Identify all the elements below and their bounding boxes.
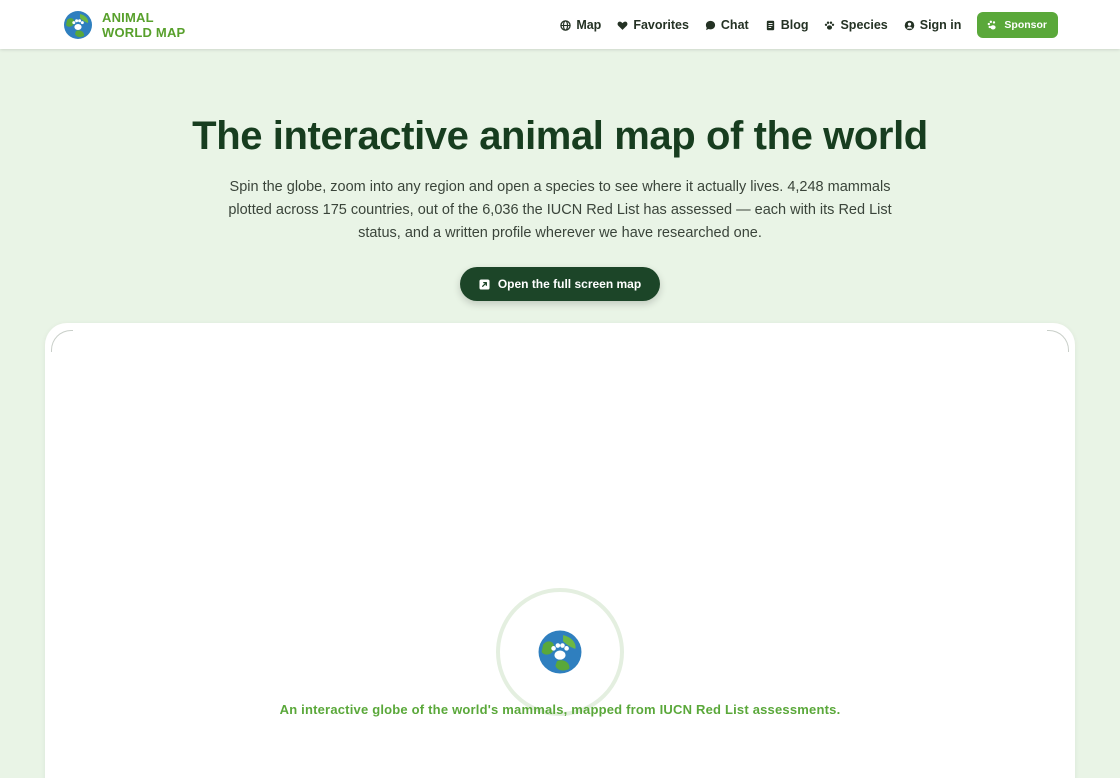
nav-label-map: Map (576, 18, 602, 32)
brand-name: ANIMAL WORLD MAP (102, 10, 185, 40)
heart-icon (617, 21, 628, 30)
nav-item-map[interactable]: Map (560, 13, 601, 37)
globe-paw-icon (538, 630, 582, 674)
map-caption: An interactive globe of the world's mamm… (279, 702, 841, 717)
document-icon (766, 20, 774, 30)
main-nav: Map Favorites Chat Blog Species Sign in … (560, 12, 1058, 38)
globe-icon (560, 19, 572, 31)
map-frame-corner-right (1047, 330, 1069, 352)
hero-section: The interactive animal map of the world … (0, 49, 1120, 301)
brand-line-2: WORLD MAP (102, 25, 186, 40)
user-circle-icon (904, 20, 915, 30)
brand-home-link[interactable]: ANIMAL WORLD MAP (63, 10, 185, 40)
nav-item-favorites[interactable]: Favorites (617, 13, 689, 37)
nav-item-species[interactable]: Species (824, 13, 888, 37)
globe-paw-icon (64, 11, 92, 39)
paw-icon (988, 20, 997, 29)
cta-label: Open the full screen map (497, 277, 642, 291)
nav-label-species: Species (840, 18, 888, 32)
sponsor-label: Sponsor (1004, 19, 1047, 31)
nav-label-favorites: Favorites (633, 18, 689, 32)
hero-description: Spin the globe, zoom into any region and… (228, 179, 892, 241)
page-title: The interactive animal map of the world (192, 114, 928, 158)
open-full-screen-map-button[interactable]: Open the full screen map (459, 267, 661, 301)
paw-icon (825, 21, 835, 30)
top-navbar: ANIMAL WORLD MAP Map Favorites Chat Blog… (0, 0, 1120, 49)
map-frame-corner-left (51, 330, 73, 352)
nav-item-blog[interactable]: Blog (765, 13, 809, 37)
nav-label-sign-in: Sign in (919, 18, 962, 32)
nav-item-chat[interactable]: Chat (705, 13, 749, 37)
chat-bubble-icon (705, 20, 715, 30)
nav-item-sign-in[interactable]: Sign in (904, 13, 962, 37)
nav-label-chat: Chat (720, 18, 749, 32)
sponsor-button[interactable]: Sponsor (977, 12, 1058, 38)
brand-line-1: ANIMAL (102, 10, 154, 25)
nav-label-blog: Blog (780, 18, 809, 32)
interactive-map-panel[interactable]: An interactive globe of the world's mamm… (45, 323, 1075, 778)
expand-icon (479, 278, 490, 290)
